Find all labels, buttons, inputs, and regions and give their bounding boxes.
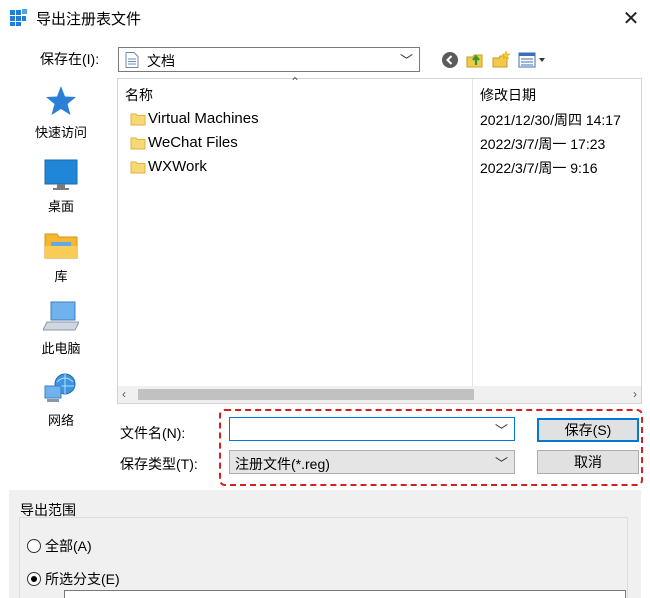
filename-label: 文件名(N): [120,425,186,441]
place-label: 网络 [47,413,74,428]
radio-all[interactable]: 全部(A) [27,536,92,556]
cancel-button[interactable]: 取消 [537,450,639,474]
view-menu-button[interactable] [516,48,550,72]
computer-icon [43,301,79,331]
horizontal-scrollbar[interactable]: ‹ › [118,386,641,403]
list-item[interactable]: WXWork 2022/3/7/周一 9:16 [118,156,641,180]
radio-button[interactable] [27,539,41,553]
list-item[interactable]: Virtual Machines 2021/12/30/周四 14:17 [118,108,641,132]
branch-path-input[interactable] [64,590,626,598]
library-icon [44,233,78,259]
desktop-icon [44,159,78,190]
back-icon [442,52,458,68]
place-desktop[interactable]: 桌面 [18,158,104,215]
file-name: WXWork [148,158,207,175]
place-label: 快速访问 [34,125,87,140]
scroll-right-icon[interactable]: › [633,387,637,401]
radio-selected-branch[interactable]: 所选分支(E) [27,569,120,589]
document-icon [125,52,139,68]
new-folder-icon [492,50,511,68]
file-date: 2022/3/7/周一 9:16 [480,160,598,176]
save-in-label: 保存在(I): [40,51,100,67]
registry-icon [10,9,27,26]
place-label: 库 [54,269,68,284]
file-date: 2022/3/7/周一 17:23 [480,136,606,152]
location-value: 文档 [147,53,175,69]
chevron-down-icon: ﹀ [494,456,508,471]
place-quick-access[interactable]: 快速访问 [18,84,104,141]
column-name-header[interactable]: 名称 [125,85,153,105]
folder-icon [130,113,146,126]
new-folder-button[interactable] [489,48,513,72]
up-folder-icon [466,54,483,68]
filetype-dropdown[interactable]: 注册文件(*.reg) ﹀ [229,450,515,474]
file-name: WeChat Files [148,134,238,151]
column-date-header[interactable]: 修改日期 [480,85,536,105]
location-dropdown[interactable]: 文档 ﹀ [118,47,420,72]
folder-icon [130,161,146,174]
filename-field[interactable]: ﹀ [229,417,515,441]
filetype-value: 注册文件(*.reg) [235,456,330,472]
file-date: 2021/12/30/周四 14:17 [480,112,621,128]
list-item[interactable]: WeChat Files 2022/3/7/周一 17:23 [118,132,641,156]
network-icon [44,373,76,402]
back-button[interactable] [438,48,462,72]
radio-button[interactable] [27,572,41,586]
place-this-pc[interactable]: 此电脑 [18,300,104,357]
filename-input[interactable] [230,418,490,440]
scrollbar-thumb[interactable] [138,389,474,400]
chevron-down-icon: ﹀ [399,53,413,68]
save-button[interactable]: 保存(S) [537,418,639,442]
close-button[interactable]: ✕ [612,0,650,36]
place-library[interactable]: 库 [18,228,104,285]
radio-label: 所选分支(E) [45,571,120,587]
file-name: Virtual Machines [148,110,259,127]
radio-label: 全部(A) [45,538,92,554]
scroll-left-icon[interactable]: ‹ [122,387,126,401]
place-network[interactable]: 网络 [18,372,104,429]
export-range-title: 导出范围 [20,502,76,518]
window-title: 导出注册表文件 [36,11,142,28]
place-label: 桌面 [47,199,74,214]
place-label: 此电脑 [41,341,81,356]
view-menu-icon [518,52,545,68]
star-icon [46,86,76,115]
chevron-down-icon[interactable]: ﹀ [495,420,508,439]
folder-icon [130,137,146,150]
filetype-label: 保存类型(T): [120,456,198,472]
column-header-row: 名称 ⌃ 修改日期 [118,75,641,107]
file-list[interactable]: 名称 ⌃ 修改日期 Virtual Machines 2021/12/30/周四… [117,75,642,404]
places-bar: 快速访问 桌面 库 此电脑 网络 [18,78,114,486]
up-folder-button[interactable] [463,48,487,72]
close-icon: ✕ [622,7,640,30]
sort-ascending-icon: ⌃ [290,75,301,89]
title-bar: 导出注册表文件 ✕ [0,0,650,36]
